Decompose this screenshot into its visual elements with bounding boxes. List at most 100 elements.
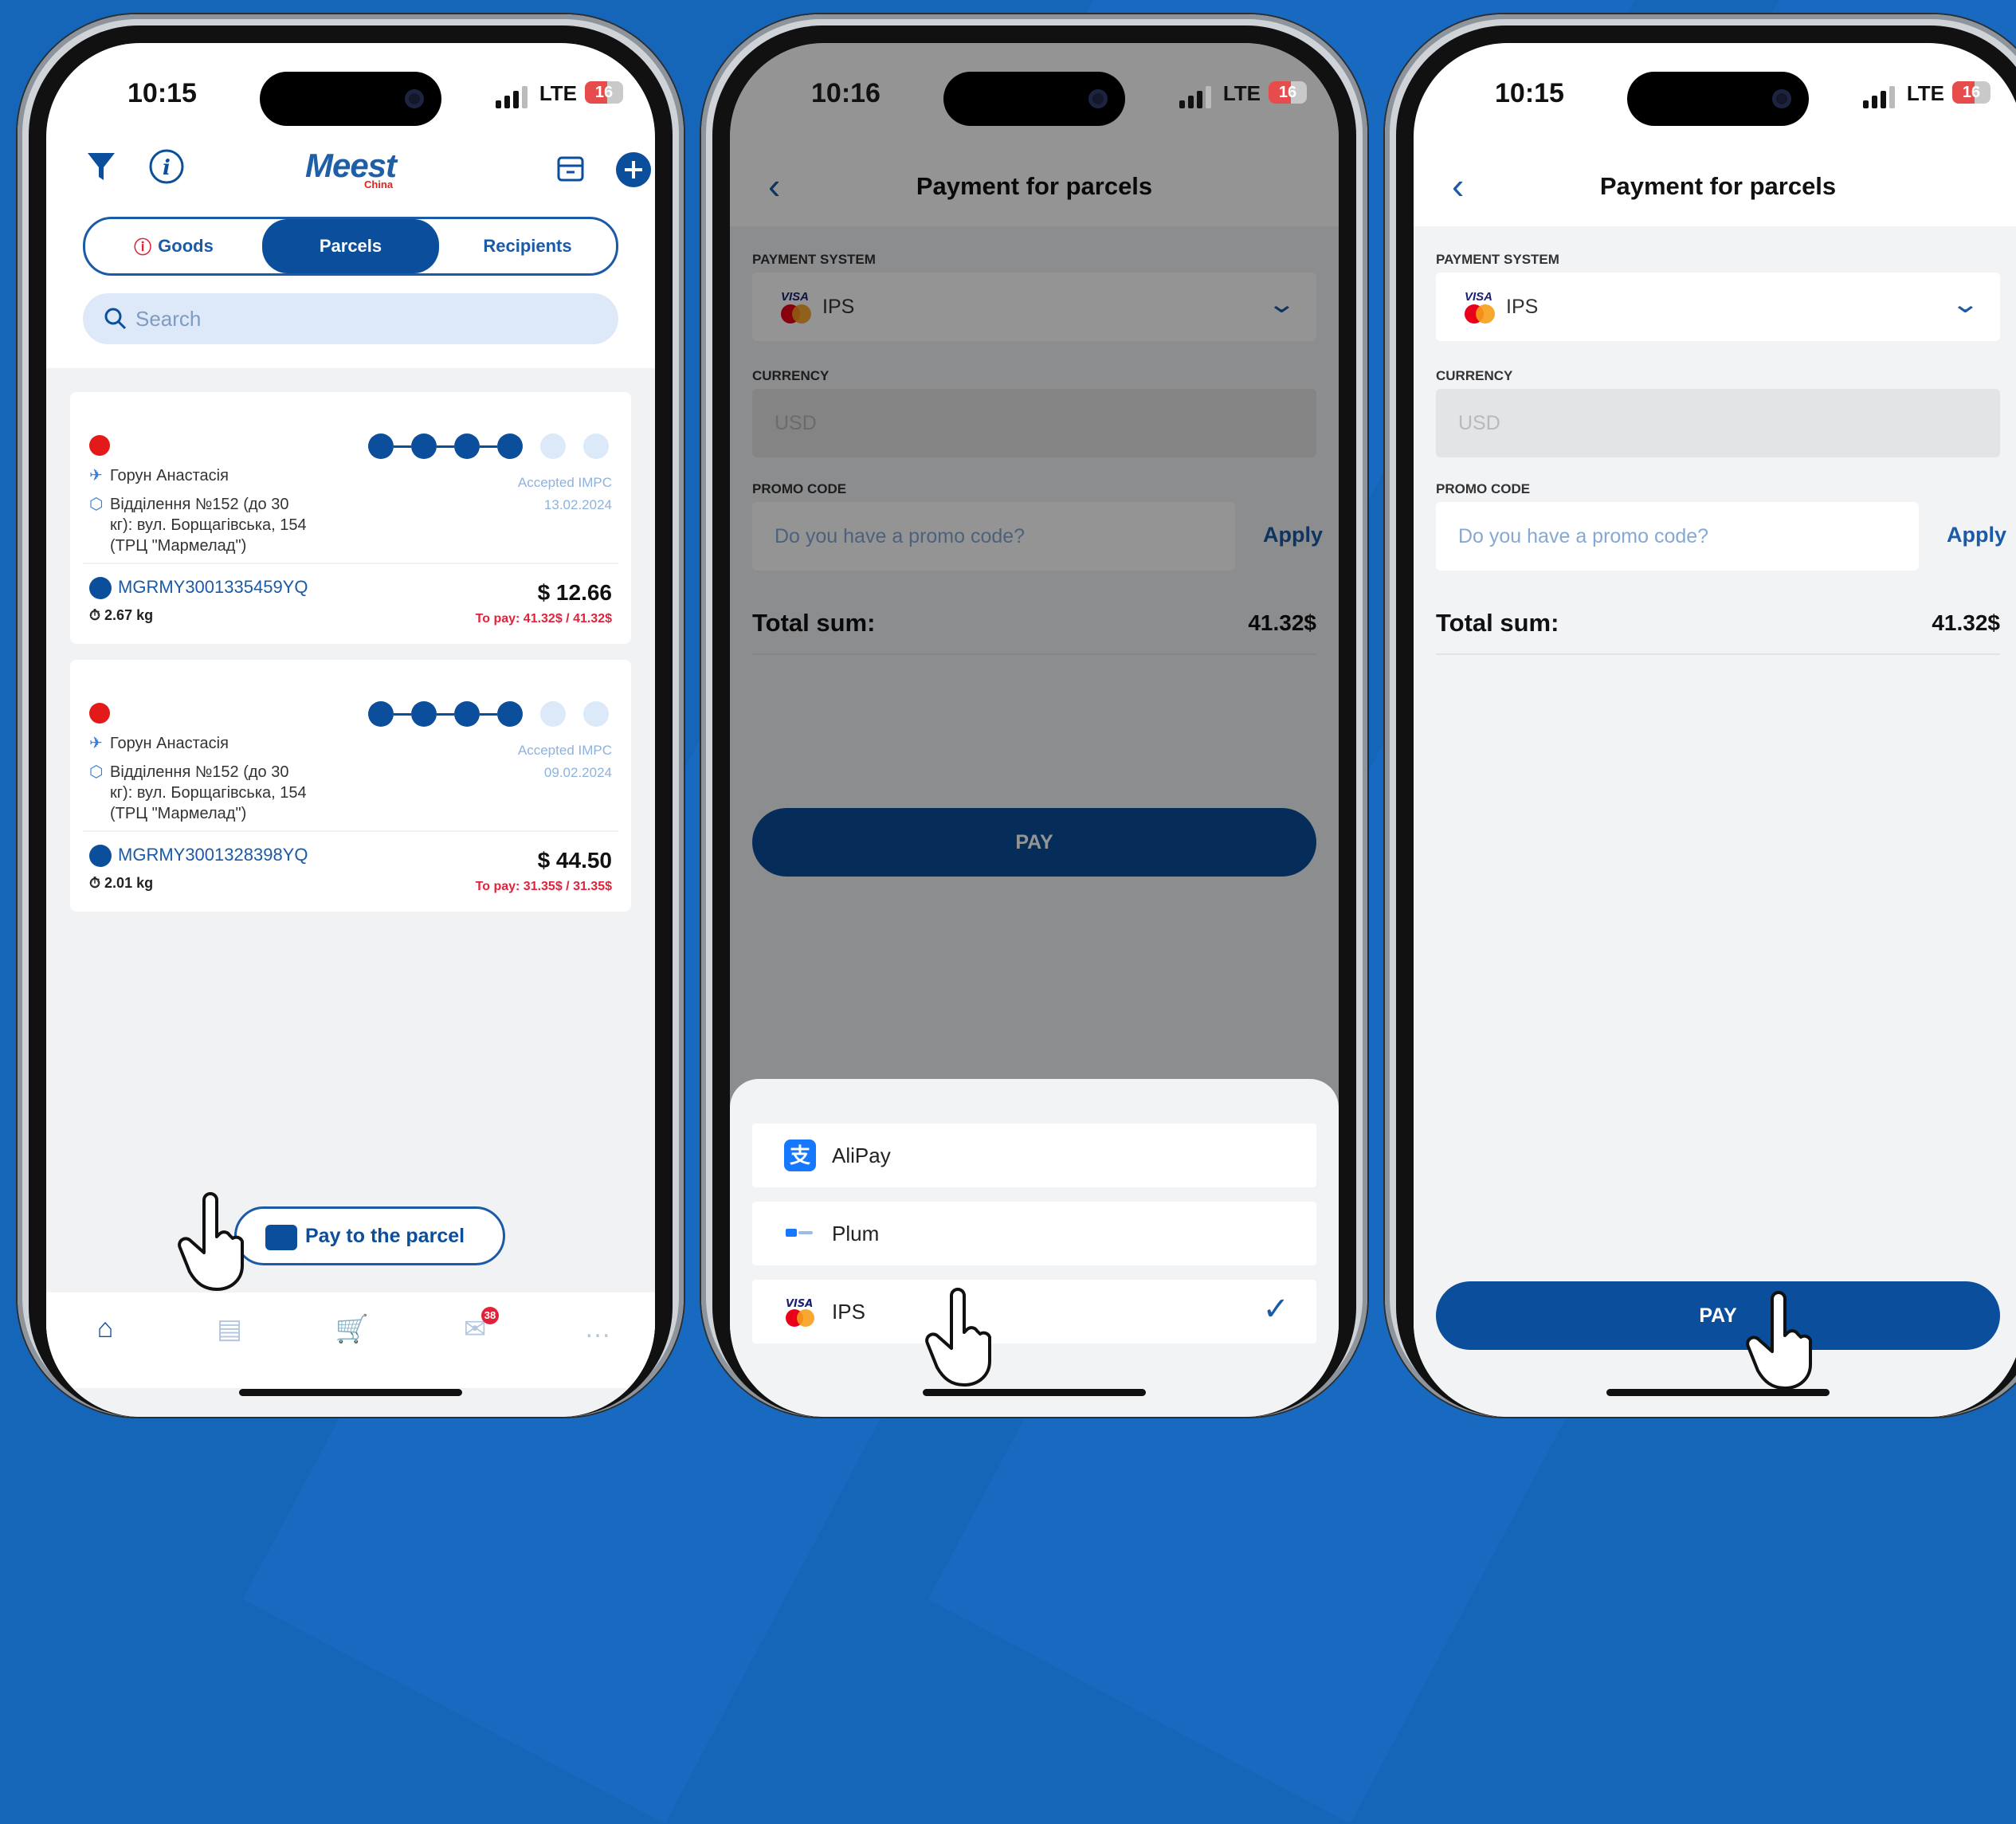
divider bbox=[83, 830, 618, 832]
payment-system-label: PAYMENT SYSTEM bbox=[1436, 252, 1559, 267]
branch-address-line: (ТРЦ "Мармелад") bbox=[110, 805, 247, 822]
plane-icon: ✈ bbox=[89, 735, 103, 752]
add-icon[interactable] bbox=[615, 151, 652, 192]
promo-code-input[interactable]: Do you have a promo code? bbox=[1436, 502, 1919, 571]
parcel-card[interactable]: ✈ Горун Анастасія ⬡ Відділення №152 (до 30… bbox=[70, 660, 631, 912]
branch-address-line: кг): вул. Борщагівська, 154 bbox=[110, 516, 307, 534]
parcel-card[interactable]: ✈ Горун Анастасія ⬡ Відділення №152 (до 30… bbox=[70, 392, 631, 644]
payment-system-select[interactable]: VISA IPS ⌄ bbox=[1436, 273, 2000, 341]
battery-icon: 16 bbox=[1952, 81, 1991, 104]
svg-text:支: 支 bbox=[790, 1144, 810, 1168]
parcel-weight: 2.01 kg bbox=[104, 875, 154, 891]
parcel-status: Accepted IMPC bbox=[517, 475, 612, 490]
branch-address-line: кг): вул. Борщагівська, 154 bbox=[110, 784, 307, 802]
parcel-price: $ 12.66 bbox=[537, 580, 612, 605]
tracking-number[interactable]: MGRMY3001335459YQ bbox=[118, 577, 308, 597]
signal-icon bbox=[1863, 84, 1895, 108]
recipient-name: Горун Анастасія bbox=[110, 735, 229, 752]
recipient-name: Горун Анастасія bbox=[110, 467, 229, 484]
parcel-date: 09.02.2024 bbox=[543, 765, 612, 780]
nav-bar: ‹ Payment for parcels bbox=[1414, 155, 2016, 218]
option-plum[interactable]: Plum bbox=[752, 1202, 1316, 1265]
option-ips[interactable]: VISA IPS ✓ bbox=[752, 1280, 1316, 1343]
plum-icon bbox=[784, 1218, 816, 1249]
pay-button[interactable]: PAY bbox=[1436, 1281, 2000, 1350]
payment-select-screen: 10:16 LTE 16 ‹ Payment for parcels PAYME… bbox=[730, 43, 1339, 1417]
parcel-status: Accepted IMPC bbox=[517, 743, 612, 758]
tab-goods[interactable]: ⓘ Goods bbox=[85, 219, 262, 273]
meest-logo: Meest China bbox=[304, 147, 397, 190]
search-input[interactable]: Search bbox=[83, 293, 618, 344]
status-time: 10:15 bbox=[1495, 78, 1564, 108]
pay-to-parcel-button[interactable]: Pay to the parcel bbox=[234, 1206, 505, 1265]
phone-parcels: 10:15 LTE 16 i Meest China ⓘ Goods Parce… bbox=[18, 14, 684, 1417]
tab-parcels[interactable]: Parcels bbox=[262, 219, 439, 273]
apply-button[interactable]: Apply bbox=[1947, 523, 2006, 547]
svg-text:i: i bbox=[163, 156, 171, 180]
battery-icon: 16 bbox=[1269, 81, 1307, 104]
battery-icon: 16 bbox=[585, 81, 623, 104]
page-title: Payment for parcels bbox=[1599, 172, 1837, 200]
currency-label: CURRENCY bbox=[1436, 368, 1513, 383]
total-sum-label: Total sum: bbox=[1436, 609, 1559, 637]
phone-payment: 10:15 LTE 16 ‹ Payment for parcels PAYME… bbox=[1385, 14, 2016, 1417]
branch-address-line: Відділення №152 (до 30 bbox=[110, 763, 289, 781]
parcel-price: $ 44.50 bbox=[537, 848, 612, 873]
messages-tab-icon[interactable]: ✉ 38 bbox=[457, 1307, 499, 1345]
filter-icon[interactable] bbox=[86, 151, 116, 187]
segment-control: ⓘ Goods Parcels Recipients bbox=[83, 217, 618, 276]
home-indicator bbox=[239, 1389, 462, 1396]
network-label: LTE bbox=[539, 81, 577, 105]
branch-icon: ⬡ bbox=[89, 763, 104, 781]
signal-icon bbox=[1179, 84, 1211, 108]
app-header: i Meest China bbox=[46, 147, 655, 210]
divider bbox=[83, 563, 618, 564]
parcel-weight: 2.67 kg bbox=[104, 607, 154, 623]
total-sum-value: 41.32$ bbox=[1932, 610, 2000, 635]
archive-icon[interactable] bbox=[556, 155, 585, 187]
parcel-date: 13.02.2024 bbox=[543, 497, 612, 512]
to-pay-amount: To pay: 41.32$ / 41.32$ bbox=[475, 612, 612, 626]
checkmark-icon: ✓ bbox=[1262, 1292, 1289, 1327]
divider bbox=[1436, 653, 2000, 655]
promo-code-label: PROMO CODE bbox=[1436, 481, 1531, 496]
messages-badge: 38 bbox=[481, 1307, 499, 1324]
tracking-number[interactable]: MGRMY3001328398YQ bbox=[118, 845, 308, 865]
dynamic-island bbox=[943, 72, 1125, 126]
dynamic-island bbox=[1627, 72, 1809, 126]
home-tab-icon[interactable]: ⌂ bbox=[88, 1313, 123, 1345]
tab-recipients[interactable]: Recipients bbox=[439, 219, 616, 273]
bottom-tab-bar: ⌂ ▤ 🛒 ✉ 38 … bbox=[46, 1292, 655, 1388]
tap-hand-icon bbox=[925, 1288, 991, 1387]
network-label: LTE bbox=[1222, 81, 1261, 105]
tap-hand-icon bbox=[1746, 1291, 1812, 1390]
svg-text:VISA: VISA bbox=[786, 1298, 813, 1310]
status-time: 10:15 bbox=[127, 78, 197, 108]
status-time: 10:16 bbox=[811, 78, 881, 108]
alert-icon: ⓘ bbox=[134, 237, 152, 257]
signal-icon bbox=[496, 84, 528, 108]
to-pay-amount: To pay: 31.35$ / 31.35$ bbox=[475, 880, 612, 893]
currency-field: USD bbox=[1436, 389, 2000, 457]
alipay-icon: 支 bbox=[784, 1140, 816, 1171]
china-flag-icon bbox=[89, 435, 110, 456]
cart-tab-icon[interactable]: 🛒 bbox=[335, 1313, 370, 1345]
payment-system-sheet: 支 AliPay Plum VISA IPS ✓ bbox=[730, 1079, 1339, 1417]
china-flag-icon bbox=[89, 703, 110, 724]
branch-icon: ⬡ bbox=[89, 496, 104, 513]
payment-form: PAYMENT SYSTEM VISA IPS ⌄ CURRENCY USD P… bbox=[1414, 226, 2016, 1417]
network-label: LTE bbox=[1906, 81, 1944, 105]
user-icon bbox=[89, 577, 112, 600]
wallet-icon bbox=[265, 1225, 297, 1250]
option-alipay[interactable]: 支 AliPay bbox=[752, 1124, 1316, 1187]
wallet-tab-icon[interactable]: ▤ bbox=[212, 1313, 247, 1345]
user-icon bbox=[89, 845, 112, 868]
dynamic-island bbox=[260, 72, 441, 126]
progress-steps bbox=[368, 701, 609, 727]
weight-icon: ⏱ bbox=[89, 607, 105, 623]
phone-payment-select: 10:16 LTE 16 ‹ Payment for parcels PAYME… bbox=[701, 14, 1367, 1417]
more-tab-icon[interactable]: … bbox=[580, 1313, 615, 1345]
info-icon[interactable]: i bbox=[148, 148, 185, 189]
search-icon bbox=[104, 308, 127, 330]
weight-icon: ⏱ bbox=[89, 875, 105, 891]
